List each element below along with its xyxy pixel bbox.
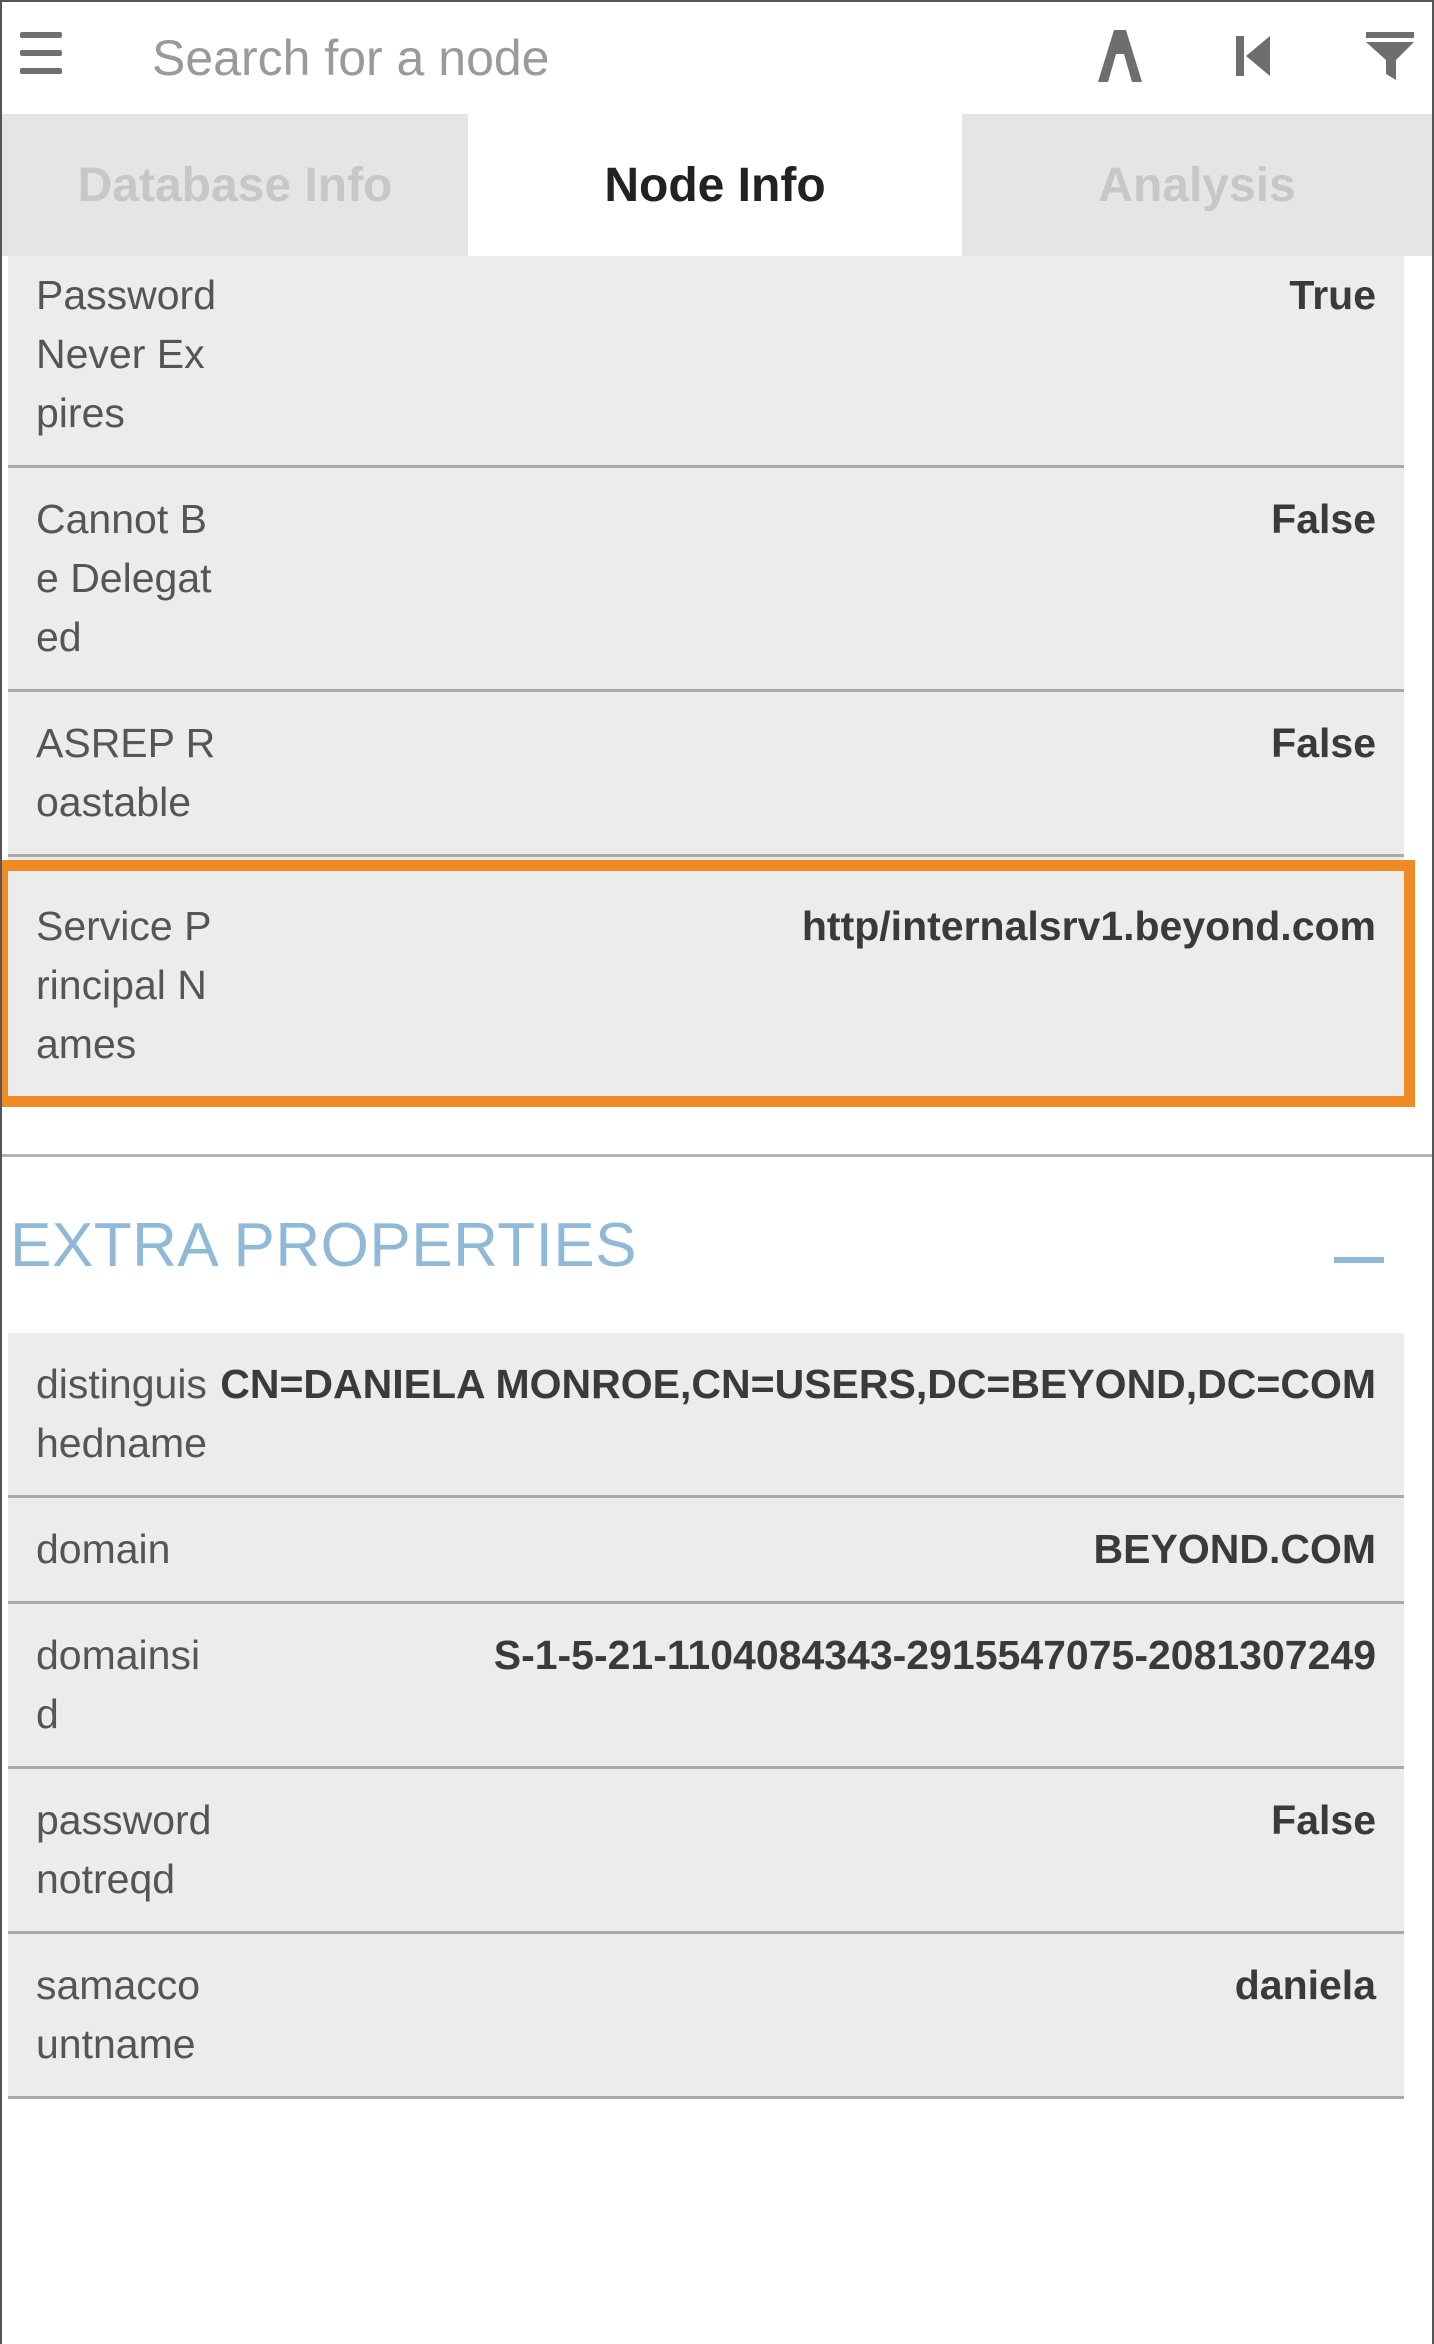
property-value: http/internalsrv1.beyond.com bbox=[801, 903, 1376, 949]
property-row: domainsid S-1-5-21-1104084343-2915547075… bbox=[8, 1604, 1404, 1769]
property-label: Password Never Expires bbox=[36, 272, 217, 436]
property-value: False bbox=[1271, 720, 1376, 766]
tab-node-info[interactable]: Node Info bbox=[468, 114, 962, 256]
pathfinding-icon[interactable] bbox=[1088, 24, 1152, 88]
property-row: ASREP Roastable False bbox=[8, 692, 1404, 857]
property-label: Cannot Be Delegated bbox=[36, 496, 212, 660]
property-row: domain BEYOND.COM bbox=[8, 1498, 1404, 1604]
property-label: samaccountname bbox=[36, 1962, 201, 2067]
node-properties-table: Password Never Expires True Cannot Be De… bbox=[2, 256, 1415, 1107]
collapse-icon[interactable] bbox=[1334, 1257, 1384, 1263]
filter-icon[interactable] bbox=[1358, 24, 1422, 88]
property-row-service-principal-names: Service Principal Names http/internalsrv… bbox=[2, 860, 1415, 1107]
property-value: True bbox=[1289, 272, 1376, 318]
property-row: Cannot Be Delegated False bbox=[8, 468, 1404, 692]
bloodhound-window: Database Info Node Info Analysis Passwor… bbox=[0, 0, 1434, 2344]
tab-database-info[interactable]: Database Info bbox=[2, 114, 468, 256]
property-label: Service Principal Names bbox=[36, 903, 212, 1067]
tab-bar: Database Info Node Info Analysis bbox=[2, 114, 1432, 256]
back-icon[interactable] bbox=[1222, 24, 1286, 88]
tab-analysis[interactable]: Analysis bbox=[962, 114, 1432, 256]
property-row: Password Never Expires True bbox=[8, 256, 1404, 468]
property-value: daniela bbox=[1234, 1962, 1376, 2008]
property-row: passwordnotreqd False bbox=[8, 1769, 1404, 1934]
property-row: samaccountname daniela bbox=[8, 1934, 1404, 2099]
property-value: CN=DANIELA MONROE,CN=USERS,DC=BEYOND,DC=… bbox=[220, 1361, 1376, 1407]
property-value: BEYOND.COM bbox=[1093, 1526, 1376, 1572]
menu-icon[interactable] bbox=[20, 32, 62, 74]
search-input[interactable] bbox=[152, 22, 1032, 94]
extra-properties-header[interactable]: EXTRA PROPERTIES bbox=[2, 1157, 1432, 1333]
property-value: False bbox=[1271, 1797, 1376, 1843]
property-label: domain bbox=[36, 1526, 171, 1572]
property-label: ASREP Roastable bbox=[36, 720, 216, 825]
search-bar bbox=[2, 2, 1432, 114]
property-label: passwordnotreqd bbox=[36, 1797, 212, 1902]
property-value: False bbox=[1271, 496, 1376, 542]
property-label: distinguishedname bbox=[36, 1361, 207, 1466]
property-row: distinguishedname CN=DANIELA MONROE,CN=U… bbox=[8, 1333, 1404, 1498]
section-title: EXTRA PROPERTIES bbox=[10, 1210, 638, 1280]
extra-properties-table: distinguishedname CN=DANIELA MONROE,CN=U… bbox=[8, 1333, 1404, 2099]
property-value: S-1-5-21-1104084343-2915547075-208130724… bbox=[493, 1632, 1376, 1678]
property-label: domainsid bbox=[36, 1632, 201, 1737]
node-info-content: Password Never Expires True Cannot Be De… bbox=[2, 256, 1432, 2099]
